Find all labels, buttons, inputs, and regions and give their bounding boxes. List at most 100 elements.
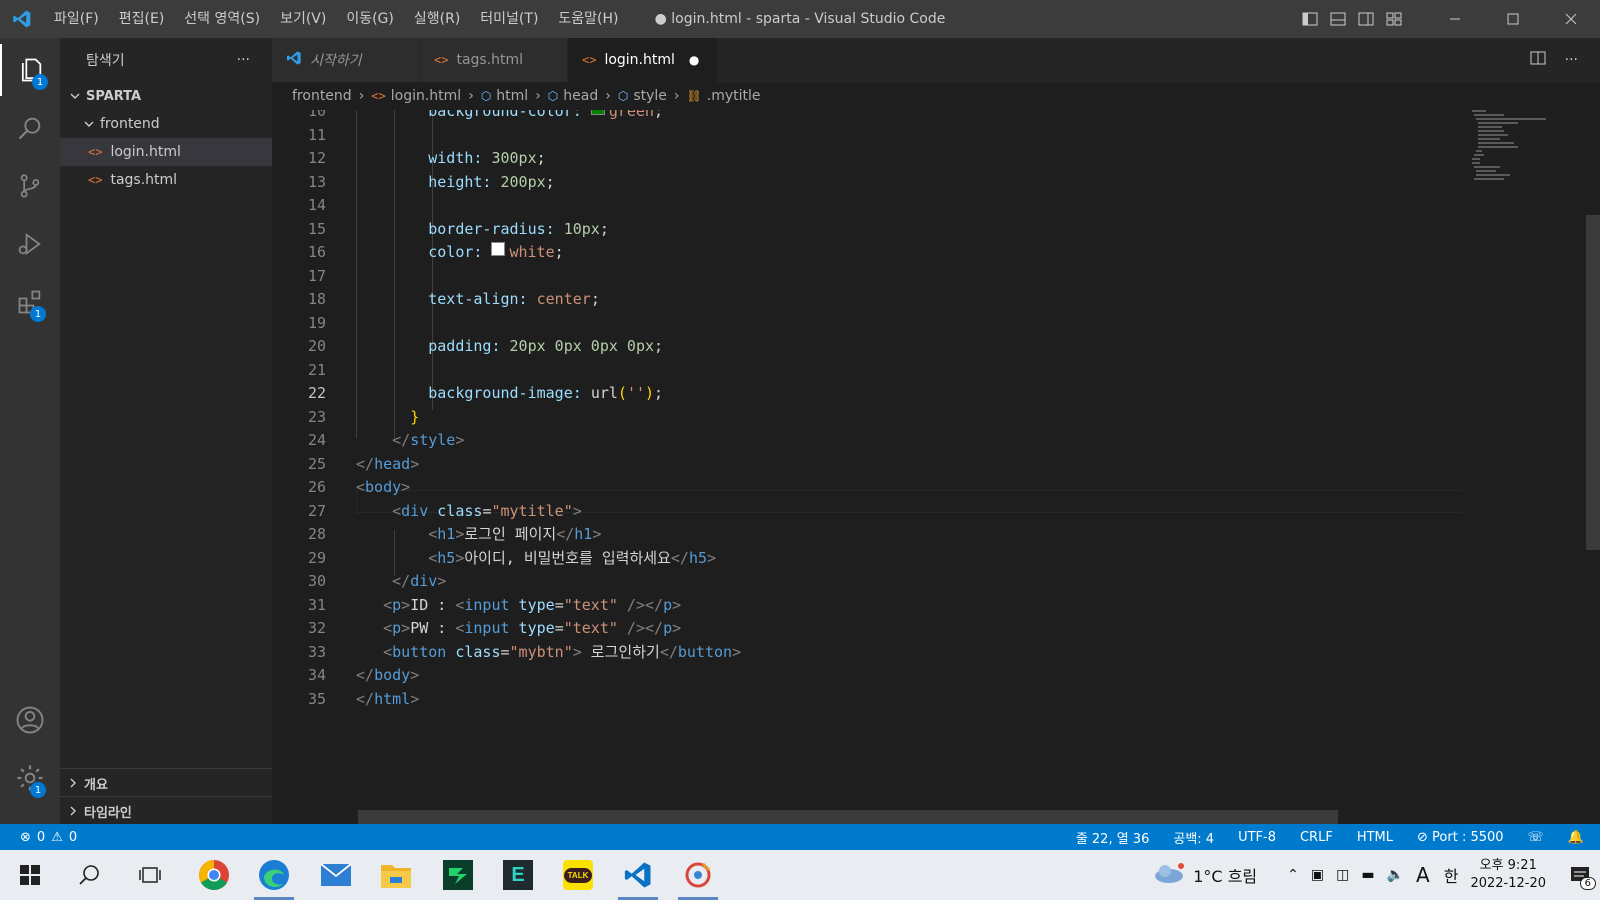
file-explorer-icon[interactable] [370, 854, 422, 896]
workspace-root[interactable]: SPARTA [60, 82, 272, 110]
language-mode[interactable]: HTML [1357, 830, 1393, 845]
tray-chevron-up-icon[interactable]: ⌃ [1287, 867, 1299, 883]
ime-mode-label[interactable]: A [1416, 863, 1430, 887]
encoding[interactable]: UTF-8 [1238, 830, 1276, 845]
code-line[interactable]: 12 width: 300px; [272, 147, 1462, 170]
menu-item[interactable]: 편집(E) [109, 0, 175, 38]
tray-network-icon[interactable]: ▣ [1311, 867, 1324, 883]
accounts-icon[interactable] [0, 694, 60, 746]
toggle-secondary-sidebar-icon[interactable] [1356, 10, 1376, 28]
feedback-icon[interactable]: ☏ [1528, 830, 1544, 845]
timeline-panel[interactable]: 타임라인 [60, 796, 272, 825]
breadcrumb-item[interactable]: ⬡ head [548, 88, 598, 104]
menu-item[interactable]: 터미널(T) [470, 0, 548, 38]
menu-item[interactable]: 보기(V) [270, 0, 336, 38]
code-line[interactable]: 33 <button class="mybtn"> 로그인하기</button> [272, 641, 1462, 664]
code-line[interactable]: 27 <div class="mytitle"> [272, 500, 1462, 523]
speaker-icon[interactable]: 🔈 [1387, 867, 1404, 883]
e-app-icon[interactable]: E [492, 854, 544, 896]
minimap[interactable] [1470, 110, 1582, 796]
tray-camera-icon[interactable]: ◫ [1336, 867, 1349, 883]
live-server-port[interactable]: ⊘ Port : 5500 [1417, 830, 1504, 845]
indentation[interactable]: 공백: 4 [1173, 828, 1214, 847]
extensions-icon[interactable]: 1 [0, 276, 60, 328]
weather-text[interactable]: 1°C 흐림 [1193, 863, 1257, 887]
windows-start-icon[interactable] [4, 854, 56, 896]
code-line[interactable]: 15 border-radius: 10px; [272, 218, 1462, 241]
code-line[interactable]: 23 } [272, 406, 1462, 429]
kakaotalk-icon[interactable]: TALK [552, 854, 604, 896]
menu-item[interactable]: 실행(R) [404, 0, 470, 38]
menu-item[interactable]: 도움말(H) [548, 0, 628, 38]
file-tags-html[interactable]: <> tags.html [60, 166, 272, 194]
vscode-taskbar-icon[interactable] [612, 854, 664, 900]
code-line[interactable]: 31 <p>ID : <input type="text" /></p> [272, 594, 1462, 617]
customize-layout-icon[interactable] [1384, 10, 1404, 28]
menu-item[interactable]: 선택 영역(S) [174, 0, 270, 38]
battery-icon[interactable]: ▬ [1361, 867, 1374, 883]
maximize-icon[interactable] [1484, 0, 1542, 38]
more-actions-icon[interactable]: ··· [1565, 52, 1578, 68]
explorer-icon[interactable]: 1 [0, 44, 60, 96]
notifications-bell-icon[interactable]: 🔔 [1568, 830, 1584, 845]
ime-lang-label[interactable]: 한 [1444, 863, 1459, 887]
code-line[interactable]: 35 </html> [272, 688, 1462, 711]
notification-center-icon[interactable]: 6 [1560, 866, 1600, 890]
end-of-line[interactable]: CRLF [1300, 830, 1333, 845]
code-line[interactable]: 32 <p>PW : <input type="text" /></p> [272, 617, 1462, 640]
file-login-html[interactable]: <> login.html [60, 138, 272, 166]
search-icon[interactable] [0, 102, 60, 154]
more-actions-icon[interactable]: ··· [237, 52, 250, 68]
taskbar-search-icon[interactable] [64, 854, 116, 896]
breadcrumb-item[interactable]: ⬡ style [618, 88, 667, 104]
code-editor[interactable]: 10 background-color: ■green;1112 width: … [272, 110, 1462, 796]
close-icon[interactable] [1542, 0, 1600, 38]
toggle-panel-icon[interactable] [1328, 10, 1348, 28]
breadcrumb-item[interactable]: frontend [292, 88, 352, 104]
horizontal-scrollbar-thumb[interactable] [358, 810, 1338, 824]
split-editor-icon[interactable] [1529, 49, 1547, 71]
code-line[interactable]: 22 background-image: url(''); [272, 382, 1462, 405]
menu-item[interactable]: 파일(F) [44, 0, 109, 38]
code-line[interactable]: 21 [272, 359, 1462, 382]
breadcrumb-item[interactable]: <> login.html [371, 88, 461, 104]
minimize-icon[interactable] [1426, 0, 1484, 38]
code-line[interactable]: 20 padding: 20px 0px 0px 0px; [272, 335, 1462, 358]
code-line[interactable]: 26 <body> [272, 476, 1462, 499]
run-debug-icon[interactable] [0, 218, 60, 270]
folder-frontend[interactable]: frontend [60, 110, 272, 138]
tab-login-html[interactable]: <> login.html ● [568, 38, 718, 82]
edge-icon[interactable] [248, 854, 300, 900]
vertical-scrollbar-thumb[interactable] [1586, 215, 1600, 550]
code-line[interactable]: 18 text-align: center; [272, 288, 1462, 311]
code-line[interactable]: 29 <h5>아이디, 비밀번호를 입력하세요</h5> [272, 547, 1462, 570]
outline-panel[interactable]: 개요 [60, 768, 272, 797]
code-line[interactable]: 10 background-color: ■green; [272, 110, 1462, 123]
paint-app-icon[interactable] [672, 854, 724, 900]
tab-tags-html[interactable]: <> tags.html [420, 38, 568, 82]
code-line[interactable]: 30 </div> [272, 570, 1462, 593]
green-app-icon[interactable] [432, 854, 484, 896]
code-line[interactable]: 16 color: ■white; [272, 241, 1462, 264]
breadcrumb-item[interactable]: ⛓ .mytitle [687, 88, 761, 104]
code-line[interactable]: 25 </head> [272, 453, 1462, 476]
mail-icon[interactable] [310, 854, 362, 896]
breadcrumb-item[interactable]: ⬡ html [481, 88, 528, 104]
taskbar-clock[interactable]: 오후 9:21 2022-12-20 [1470, 857, 1546, 893]
menu-item[interactable]: 이동(G) [336, 0, 404, 38]
code-line[interactable]: 28 <h1>로그인 페이지</h1> [272, 523, 1462, 546]
problems-indicator[interactable]: ⊗ 0 ⚠ 0 [0, 830, 77, 845]
code-line[interactable]: 11 [272, 124, 1462, 147]
source-control-icon[interactable] [0, 160, 60, 212]
cursor-position[interactable]: 줄 22, 열 36 [1076, 828, 1150, 847]
code-line[interactable]: 24 </style> [272, 429, 1462, 452]
code-line[interactable]: 17 [272, 265, 1462, 288]
code-line[interactable]: 19 [272, 312, 1462, 335]
toggle-primary-sidebar-icon[interactable] [1300, 10, 1320, 28]
code-line[interactable]: 13 height: 200px; [272, 171, 1462, 194]
tab-welcome[interactable]: 시작하기 [272, 38, 420, 82]
unsaved-dot-icon[interactable]: ● [689, 53, 699, 67]
vscode-logo-icon[interactable] [0, 0, 44, 38]
code-line[interactable]: 14 [272, 194, 1462, 217]
code-line[interactable]: 34 </body> [272, 664, 1462, 687]
